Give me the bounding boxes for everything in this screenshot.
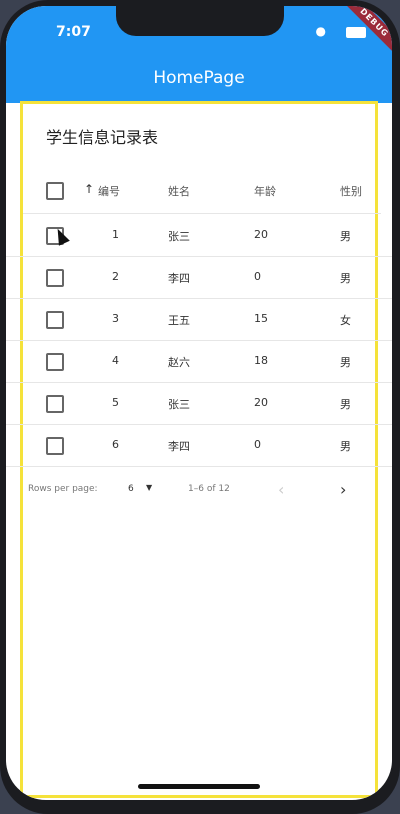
table-row[interactable]: 3 王五 15 女 bbox=[6, 298, 392, 341]
cell-number: 5 bbox=[112, 396, 119, 409]
cell-gender: 女 bbox=[340, 314, 351, 327]
screen: 7:07 ● DEBUG HomePage 学生信息记录表 ↑ 编号 姓名 年龄… bbox=[6, 6, 392, 800]
table-row[interactable]: 6 李四 0 男 bbox=[6, 424, 392, 467]
table-title: 学生信息记录表 bbox=[46, 128, 159, 147]
row-checkbox[interactable] bbox=[46, 353, 64, 371]
cell-name: 赵六 bbox=[168, 356, 190, 369]
cell-name: 张三 bbox=[168, 398, 190, 411]
cell-gender: 男 bbox=[340, 398, 351, 411]
pagination-footer: Rows per page: 6 ▼ 1–6 of 12 ‹ › bbox=[6, 476, 392, 506]
table-row[interactable]: 4 赵六 18 男 bbox=[6, 340, 392, 383]
column-header-gender[interactable]: 性别 bbox=[340, 183, 362, 199]
home-indicator bbox=[138, 784, 260, 789]
row-checkbox[interactable] bbox=[46, 437, 64, 455]
cell-gender: 男 bbox=[340, 440, 351, 453]
cell-name: 张三 bbox=[168, 230, 190, 243]
table-header: ↑ 编号 姓名 年龄 性别 bbox=[6, 170, 392, 214]
row-checkbox[interactable] bbox=[46, 395, 64, 413]
next-page-icon[interactable]: › bbox=[340, 480, 346, 499]
cell-age: 20 bbox=[254, 396, 268, 409]
cell-number: 4 bbox=[112, 354, 119, 367]
rows-per-page-label: Rows per page: bbox=[28, 484, 98, 494]
previous-page-icon[interactable]: ‹ bbox=[278, 480, 284, 499]
select-all-checkbox[interactable] bbox=[46, 182, 64, 200]
table-row[interactable]: 2 李四 0 男 bbox=[6, 256, 392, 299]
wifi-icon: ● bbox=[315, 24, 326, 38]
cell-age: 20 bbox=[254, 228, 268, 241]
cell-name: 李四 bbox=[168, 272, 190, 285]
column-header-number[interactable]: 编号 bbox=[98, 183, 120, 199]
cell-number: 2 bbox=[112, 270, 119, 283]
column-header-age[interactable]: 年龄 bbox=[254, 183, 276, 199]
cell-gender: 男 bbox=[340, 272, 351, 285]
arrow-up-icon[interactable]: ↑ bbox=[84, 182, 94, 196]
cell-age: 0 bbox=[254, 438, 261, 451]
cell-age: 18 bbox=[254, 354, 268, 367]
cell-age: 15 bbox=[254, 312, 268, 325]
table-row[interactable]: 5 张三 20 男 bbox=[6, 382, 392, 425]
column-header-name[interactable]: 姓名 bbox=[168, 183, 190, 199]
status-time: 7:07 bbox=[56, 24, 91, 40]
battery-icon bbox=[346, 27, 366, 38]
row-checkbox[interactable] bbox=[46, 269, 64, 287]
cell-gender: 男 bbox=[340, 230, 351, 243]
cell-number: 1 bbox=[112, 228, 119, 241]
rows-per-page-select[interactable]: 6 bbox=[128, 484, 134, 494]
app-title: HomePage bbox=[153, 68, 245, 88]
cell-number: 3 bbox=[112, 312, 119, 325]
row-checkbox[interactable] bbox=[46, 311, 64, 329]
cell-number: 6 bbox=[112, 438, 119, 451]
cell-name: 王五 bbox=[168, 314, 190, 327]
page-range-text: 1–6 of 12 bbox=[188, 484, 230, 494]
cell-age: 0 bbox=[254, 270, 261, 283]
cell-gender: 男 bbox=[340, 356, 351, 369]
cell-name: 李四 bbox=[168, 440, 190, 453]
dropdown-arrow-icon[interactable]: ▼ bbox=[146, 483, 152, 492]
notch bbox=[116, 6, 284, 36]
